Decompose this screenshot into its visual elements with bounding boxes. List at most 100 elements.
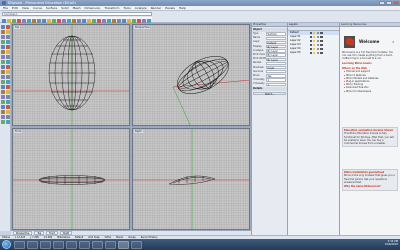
layer-current-checkbox[interactable] <box>309 39 312 43</box>
taskbar-firefox-icon[interactable] <box>53 240 64 249</box>
toolbar-tool-icon[interactable] <box>147 19 151 23</box>
sidebar-tool-icon[interactable] <box>5 60 10 64</box>
getting-started-link[interactable]: Learning Rhino basics <box>342 62 398 65</box>
taskbar-photoshop-icon[interactable] <box>92 240 103 249</box>
taskbar-ie-icon[interactable] <box>14 240 25 249</box>
menu-curve[interactable]: Curve <box>33 6 42 10</box>
sidebar-tool-icon[interactable] <box>1 70 5 74</box>
toolbar-tool-icon[interactable] <box>57 19 61 23</box>
toolbar-tool-icon[interactable] <box>82 19 86 23</box>
toolbar-tool-icon[interactable] <box>112 19 116 23</box>
lightbulb-icon[interactable] <box>313 40 316 42</box>
sidebar-tool-icon[interactable] <box>5 50 10 54</box>
layer-color-swatch[interactable] <box>320 31 324 35</box>
toolbar-tool-icon[interactable] <box>77 19 81 23</box>
toolbar-tool-icon[interactable] <box>92 19 96 23</box>
sidebar-tool-icon[interactable] <box>1 40 5 44</box>
lightbulb-icon[interactable] <box>313 44 316 46</box>
sidebar-tool-icon[interactable] <box>1 95 5 99</box>
why-rhino-link[interactable]: Why the name Rhinoceros? <box>344 185 396 188</box>
sidebar-tool-icon[interactable] <box>5 55 10 59</box>
layer-color-swatch[interactable] <box>320 43 324 47</box>
close-button[interactable] <box>393 0 399 6</box>
sidebar-tool-icon[interactable] <box>1 80 5 84</box>
toolbar-tool-icon[interactable] <box>67 19 71 23</box>
property-value[interactable]: By Layer <box>266 49 286 53</box>
sidebar-tool-icon[interactable] <box>1 65 5 69</box>
toolbar-tool-icon[interactable] <box>102 19 106 23</box>
sidebar-tool-icon[interactable] <box>1 120 5 124</box>
menu-solid[interactable]: Solid <box>61 6 68 10</box>
sidebar-tool-icon[interactable] <box>1 60 5 64</box>
sidebar-tool-icon[interactable] <box>1 50 5 54</box>
sidebar-tool-icon[interactable] <box>5 90 10 94</box>
start-button[interactable] <box>1 240 11 249</box>
property-value[interactable] <box>266 70 286 74</box>
sidebar-tool-icon[interactable] <box>1 35 5 39</box>
sidebar-tool-icon[interactable] <box>5 40 10 44</box>
layer-current-checkbox[interactable] <box>309 35 312 39</box>
taskbar-media-icon[interactable] <box>40 240 51 249</box>
sidebar-tool-icon[interactable] <box>1 100 5 104</box>
sidebar-tool-icon[interactable] <box>5 45 10 49</box>
sidebar-tool-icon[interactable] <box>5 85 10 89</box>
property-value[interactable]: Surface <box>266 32 286 36</box>
toolbar-tool-icon[interactable] <box>117 19 121 23</box>
match-button[interactable]: Match... <box>253 91 286 96</box>
toolbar-tool-icon[interactable] <box>47 19 51 23</box>
toolbar-tool-icon[interactable] <box>142 19 146 23</box>
viewport-perspective[interactable]: Perspective <box>132 24 250 126</box>
sidebar-tool-icon[interactable] <box>5 105 10 109</box>
property-value[interactable] <box>266 61 286 66</box>
toolbar-tool-icon[interactable] <box>107 19 111 23</box>
toolbar-tool-icon[interactable] <box>42 19 46 23</box>
sidebar-tool-icon[interactable] <box>5 30 10 34</box>
menu-view[interactable]: View <box>22 6 29 10</box>
minimize-button[interactable] <box>379 0 385 6</box>
menu-help[interactable]: Help <box>179 6 186 10</box>
toolbar-tool-icon[interactable] <box>97 19 101 23</box>
toolbar-tool-icon[interactable] <box>137 19 141 23</box>
taskbar-explorer-icon[interactable] <box>27 240 38 249</box>
menu-tools[interactable]: Tools <box>123 6 130 10</box>
menu-mesh[interactable]: Mesh <box>73 6 81 10</box>
menu-edit[interactable]: Edit <box>12 6 18 10</box>
sidebar-tool-icon[interactable] <box>1 105 5 109</box>
layer-current-checkbox[interactable] <box>309 31 312 35</box>
menu-dimension[interactable]: Dimension <box>84 6 100 10</box>
toolbar-tool-icon[interactable] <box>22 19 26 23</box>
viewport-top[interactable]: Top <box>12 24 130 126</box>
toolbar-tool-icon[interactable] <box>17 19 21 23</box>
sidebar-tool-icon[interactable] <box>1 30 5 34</box>
link-item[interactable]: ▸ Rhino for Developers <box>342 90 398 93</box>
layer-color-swatch[interactable] <box>320 35 324 39</box>
sidebar-tool-icon[interactable] <box>5 115 10 119</box>
layer-current-checkbox[interactable] <box>309 43 312 47</box>
sidebar-tool-icon[interactable] <box>5 110 10 114</box>
taskbar-excel-icon[interactable] <box>79 240 90 249</box>
sidebar-tool-icon[interactable] <box>5 65 10 69</box>
taskbar-folder-icon[interactable] <box>105 240 116 249</box>
close-welcome-icon[interactable]: ✕ <box>392 40 395 44</box>
viewport-right[interactable]: Right <box>132 128 250 230</box>
property-value[interactable]: By Layer <box>266 57 286 61</box>
property-value[interactable]: 1 <box>266 78 286 82</box>
toolbar-tool-icon[interactable] <box>122 19 126 23</box>
lock-icon[interactable] <box>316 48 319 50</box>
lightbulb-icon[interactable] <box>313 48 316 50</box>
property-value[interactable]: By Layer <box>266 53 286 57</box>
lock-icon[interactable] <box>316 32 319 34</box>
sidebar-tool-icon[interactable] <box>5 70 10 74</box>
property-value[interactable]: 1 <box>266 82 286 86</box>
toolbar-tool-icon[interactable] <box>127 19 131 23</box>
lock-icon[interactable] <box>316 44 319 46</box>
layer-row[interactable]: Layer 05 <box>288 51 339 55</box>
menu-render[interactable]: Render <box>151 6 162 10</box>
taskbar-app-icon[interactable] <box>131 240 142 249</box>
layer-color-swatch[interactable] <box>320 51 324 55</box>
sidebar-tool-icon[interactable] <box>5 35 10 39</box>
layer-color-swatch[interactable] <box>320 39 324 43</box>
sidebar-tool-icon[interactable] <box>5 75 10 79</box>
sidebar-tool-icon[interactable] <box>1 110 5 114</box>
toolbar-tool-icon[interactable] <box>52 19 56 23</box>
